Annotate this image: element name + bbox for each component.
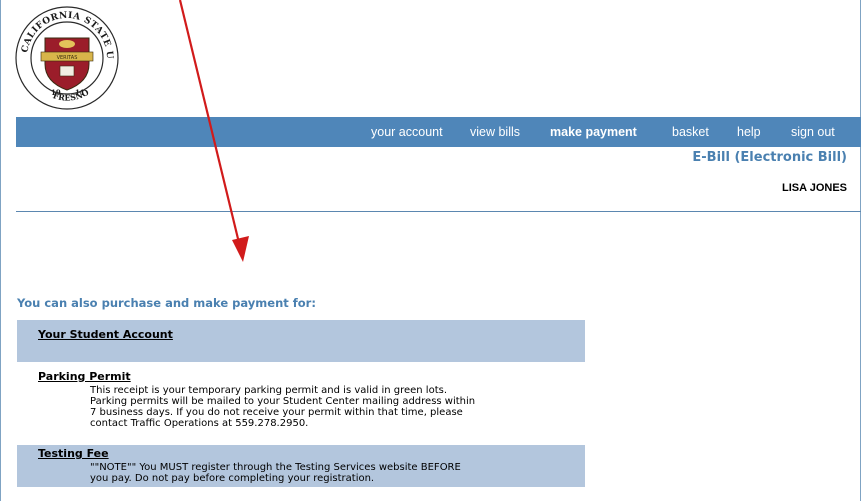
nav-help[interactable]: help [737,117,761,147]
option-parking-permit: Parking Permit This receipt is your temp… [17,367,585,441]
nav-make-payment[interactable]: make payment [550,117,637,147]
nav-your-account[interactable]: your account [371,117,443,147]
option-testing-fee: Testing Fee ""NOTE"" You MUST register t… [17,445,585,487]
nav-view-bills[interactable]: view bills [470,117,520,147]
desc-line: ""NOTE"" You MUST register through the T… [90,462,461,473]
desc-line: Parking permits will be mailed to your S… [90,396,476,407]
desc-line: you pay. Do not pay before completing yo… [90,473,375,484]
option-title-student-account[interactable]: Your Student Account [38,329,173,340]
page-frame-left [0,0,1,501]
seal-motto: VERITAS [57,55,78,61]
option-student-account: Your Student Account [17,320,585,362]
page-title: E-Bill (Electronic Bill) [692,150,847,165]
user-name: LISA JONES [782,182,847,194]
option-desc-parking-permit: This receipt is your temporary parking p… [90,385,570,429]
university-seal-icon: CALIFORNIA STATE UNIVERSITY FRESNO VERIT… [15,6,119,110]
desc-line: 7 business days. If you do not receive y… [90,407,463,418]
purchase-options-heading: You can also purchase and make payment f… [17,296,316,310]
nav-sign-out[interactable]: sign out [791,117,835,147]
desc-line: This receipt is your temporary parking p… [90,385,448,396]
desc-line: contact Traffic Operations at 559.278.29… [90,418,309,429]
header-divider [16,211,861,212]
option-desc-testing-fee: ""NOTE"" You MUST register through the T… [90,462,570,484]
seal-year-left: 19 [51,88,61,97]
nav-basket[interactable]: basket [672,117,709,147]
option-title-parking-permit[interactable]: Parking Permit [38,371,131,382]
option-title-testing-fee[interactable]: Testing Fee [38,448,109,459]
top-nav-bar: your account view bills make payment bas… [16,117,861,147]
seal-year-right: 11 [75,88,85,97]
